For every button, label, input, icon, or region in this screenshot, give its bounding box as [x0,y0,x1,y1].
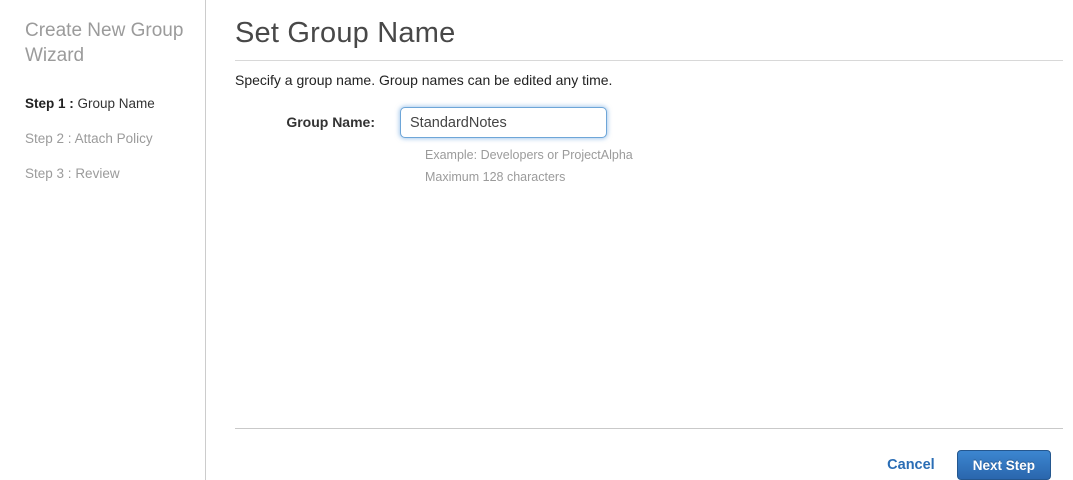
wizard-steps: Step 1 : Group Name Step 2 : Attach Poli… [25,96,185,181]
step-label: Group Name [77,96,155,111]
create-group-wizard-page: Create New Group Wizard Step 1 : Group N… [0,0,1073,480]
group-name-form-row: Group Name: [235,107,1063,138]
sidebar-step-review: Step 3 : Review [25,166,185,181]
wizard-title: Create New Group Wizard [25,20,184,66]
group-name-hints: Example: Developers or ProjectAlpha Maxi… [425,145,1063,189]
group-name-input[interactable] [400,107,607,138]
step-prefix: Step 3 : [25,166,72,181]
wizard-sidebar: Create New Group Wizard Step 1 : Group N… [0,0,206,480]
page-description: Specify a group name. Group names can be… [235,72,613,88]
next-step-button[interactable]: Next Step [956,450,1051,480]
wizard-footer: Cancel Next Step [235,429,1063,480]
hint-max-characters: Maximum 128 characters [425,169,566,184]
step-label: Attach Policy [74,131,153,146]
hint-example: Example: Developers or ProjectAlpha [425,148,633,162]
step-label: Review [75,166,120,181]
main-panel: Set Group Name Specify a group name. Gro… [235,0,1063,480]
sidebar-step-group-name: Step 1 : Group Name [25,96,185,111]
page-title: Set Group Name [235,17,456,49]
cancel-button[interactable]: Cancel [887,457,935,473]
step-prefix: Step 1 : [25,96,74,111]
step-prefix: Step 2 : [25,131,72,146]
title-divider [235,60,1063,61]
group-name-label: Group Name: [286,114,375,130]
sidebar-step-attach-policy: Step 2 : Attach Policy [25,131,185,146]
